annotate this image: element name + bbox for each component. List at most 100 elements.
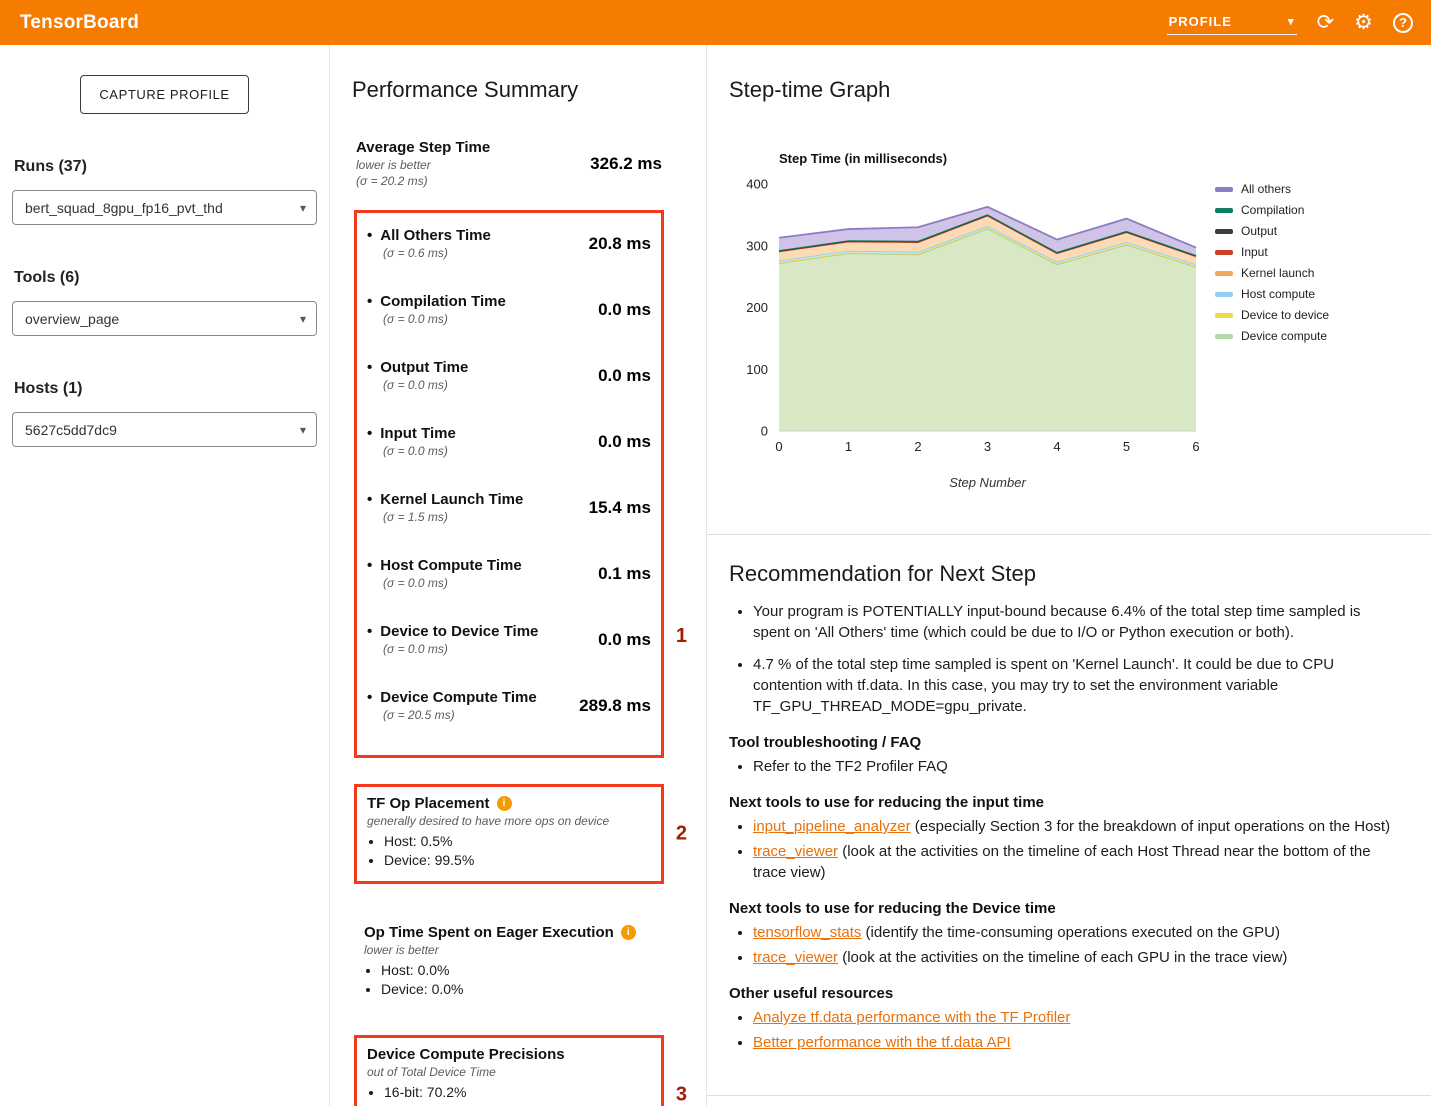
annotation-number-2: 2 [676, 823, 687, 846]
legend-item: Output [1215, 224, 1329, 238]
legend-swatch [1215, 250, 1233, 255]
reload-icon[interactable]: ⟳ [1317, 12, 1335, 33]
metric-label: All Others Time [380, 227, 491, 244]
legend-swatch [1215, 271, 1233, 276]
bullet-icon: • [367, 689, 372, 706]
metric-label: Input Time [380, 425, 456, 442]
rec-section-head: Tool troubleshooting / FAQ [729, 734, 1401, 751]
list-item: Host: 0.5% [384, 833, 651, 849]
app-title: TensorBoard [20, 12, 139, 34]
runs-select[interactable]: bert_squad_8gpu_fp16_pvt_thd ▾ [12, 190, 317, 225]
info-icon[interactable]: i [497, 796, 512, 811]
recommendation-bullets: Your program is POTENTIALLY input-bound … [729, 601, 1401, 717]
dashboard-select[interactable]: PROFILE ▾ [1167, 11, 1297, 35]
svg-text:1: 1 [845, 439, 852, 454]
step-time-chart: 01002003004000123456Step Number [729, 170, 1209, 502]
metric-row: •Device Compute Time (σ = 20.5 ms) 289.8… [367, 689, 651, 722]
svg-text:4: 4 [1053, 439, 1060, 454]
metric-left: •Device Compute Time (σ = 20.5 ms) [367, 689, 537, 722]
eager-execution-note: lower is better [364, 943, 664, 957]
svg-text:6: 6 [1192, 439, 1199, 454]
hosts-select-value: 5627c5dd7dc9 [25, 422, 117, 438]
svg-text:100: 100 [746, 362, 768, 377]
chevron-down-icon: ▾ [300, 312, 306, 326]
tools-select-value: overview_page [25, 311, 119, 327]
tools-select[interactable]: overview_page ▾ [12, 301, 317, 336]
legend-label: Output [1241, 224, 1277, 238]
metric-value: 0.0 ms [598, 630, 651, 650]
bullet-icon: • [367, 425, 372, 442]
rec-section-resources: Other useful resources Analyze tf.data p… [729, 985, 1401, 1053]
capture-profile-button[interactable]: CAPTURE PROFILE [80, 75, 248, 114]
rec-link[interactable]: trace_viewer [753, 949, 838, 966]
annotation-box-2: 2 TF Op Placement i generally desired to… [354, 784, 664, 884]
metric-value: 0.0 ms [598, 300, 651, 320]
tools-label: Tools (6) [12, 269, 317, 287]
rec-section-head: Next tools to use for reducing the Devic… [729, 900, 1401, 917]
rec-item: input_pipeline_analyzer (especially Sect… [753, 816, 1401, 837]
list-item: Host: 0.0% [381, 962, 664, 978]
chevron-down-icon: ▾ [300, 423, 306, 437]
info-icon[interactable]: i [621, 925, 636, 940]
rec-link[interactable]: trace_viewer [753, 843, 838, 860]
annotation-number-1: 1 [676, 625, 687, 648]
legend-item: All others [1215, 182, 1329, 196]
metric-label: Output Time [380, 359, 468, 376]
metric-value: 0.1 ms [598, 564, 651, 584]
metric-label: Compilation Time [380, 293, 506, 310]
rec-section-head: Other useful resources [729, 985, 1401, 1002]
recommendation-bullet: 4.7 % of the total step time sampled is … [753, 654, 1401, 717]
device-precisions-note: out of Total Device Time [367, 1065, 651, 1079]
list-item: 16-bit: 70.2% [384, 1084, 651, 1100]
rec-link[interactable]: Better performance with the tf.data API [753, 1034, 1011, 1051]
legend-label: Host compute [1241, 287, 1315, 301]
legend-label: Kernel launch [1241, 266, 1314, 280]
step-time-graph-panel: Step-time Graph Step Time (in millisecon… [707, 45, 1431, 535]
rec-section-input-time: Next tools to use for reducing the input… [729, 794, 1401, 883]
metric-value: 289.8 ms [579, 696, 651, 716]
chart-legend: All others Compilation Output Input Kernel l… [1215, 182, 1329, 343]
performance-summary-title: Performance Summary [352, 77, 688, 103]
bullet-icon: • [367, 293, 372, 310]
rec-section-faq: Tool troubleshooting / FAQ Refer to the … [729, 734, 1401, 777]
settings-gear-icon[interactable]: ⚙ [1354, 12, 1373, 33]
average-step-time-labels: Average Step Time lower is better (σ = 2… [356, 139, 490, 188]
metric-row: •Output Time (σ = 0.0 ms) 0.0 ms [367, 359, 651, 392]
rec-link[interactable]: tensorflow_stats [753, 924, 861, 941]
legend-label: Input [1241, 245, 1268, 259]
bullet-icon: • [367, 557, 372, 574]
eager-execution-section: Op Time Spent on Eager Execution i lower… [364, 924, 664, 997]
metric-value: 20.8 ms [589, 234, 651, 254]
legend-label: All others [1241, 182, 1291, 196]
rec-link[interactable]: input_pipeline_analyzer [753, 818, 911, 835]
hosts-select[interactable]: 5627c5dd7dc9 ▾ [12, 412, 317, 447]
legend-swatch [1215, 292, 1233, 297]
legend-label: Compilation [1241, 203, 1304, 217]
dashboard-select-value: PROFILE [1169, 14, 1232, 29]
legend-swatch [1215, 208, 1233, 213]
recommendation-title: Recommendation for Next Step [729, 561, 1401, 587]
metric-sigma: (σ = 1.5 ms) [367, 510, 523, 524]
recommendation-bullet: Your program is POTENTIALLY input-bound … [753, 601, 1401, 643]
rec-link[interactable]: Analyze tf.data performance with the TF … [753, 1009, 1070, 1026]
metric-sigma: (σ = 0.0 ms) [367, 312, 506, 326]
metric-sigma: (σ = 0.6 ms) [367, 246, 491, 260]
metric-left: •Host Compute Time (σ = 0.0 ms) [367, 557, 522, 590]
annotation-box-3: 3 Device Compute Precisions out of Total… [354, 1035, 664, 1106]
legend-item: Host compute [1215, 287, 1329, 301]
hosts-group: Hosts (1) 5627c5dd7dc9 ▾ [12, 380, 317, 447]
metric-sigma: (σ = 0.0 ms) [367, 576, 522, 590]
bullet-icon: • [367, 623, 372, 640]
metric-value: 0.0 ms [598, 432, 651, 452]
help-icon[interactable]: ? [1393, 13, 1413, 33]
metric-label: Kernel Launch Time [380, 491, 523, 508]
metric-sigma: (σ = 20.5 ms) [367, 708, 537, 722]
rec-item-text: Refer to the TF2 Profiler FAQ [753, 758, 948, 775]
svg-text:2: 2 [914, 439, 921, 454]
rec-item: Analyze tf.data performance with the TF … [753, 1007, 1401, 1028]
top-bar: TensorBoard PROFILE ▾ ⟳ ⚙ ? [0, 0, 1431, 45]
device-precisions-list: 16-bit: 70.2% 32-bit: 29.8% [367, 1084, 651, 1106]
svg-text:400: 400 [746, 177, 768, 192]
legend-swatch [1215, 187, 1233, 192]
runs-select-value: bert_squad_8gpu_fp16_pvt_thd [25, 200, 223, 216]
